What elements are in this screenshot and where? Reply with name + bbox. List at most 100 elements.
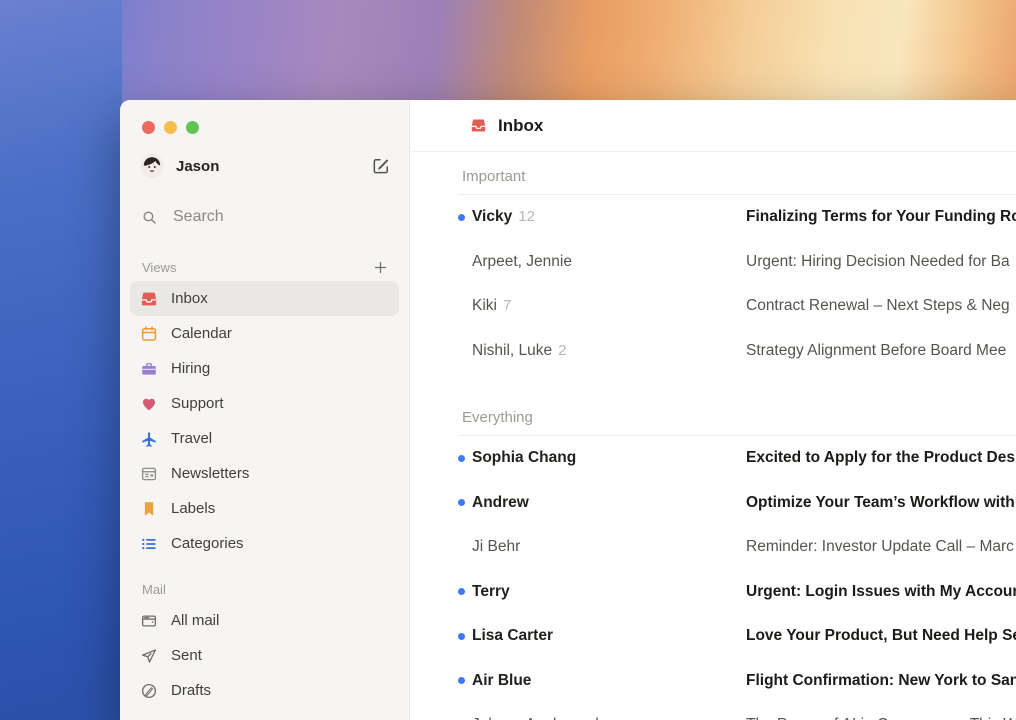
compose-button[interactable] xyxy=(371,156,391,176)
newspaper-icon xyxy=(140,465,158,483)
maximize-button[interactable] xyxy=(186,121,199,134)
section-header-views: Views xyxy=(120,257,409,277)
email-row[interactable]: Air BlueFlight Confirmation: New York to… xyxy=(410,659,1016,704)
sender-name: Andrew xyxy=(472,494,529,512)
section-label: Mail xyxy=(142,582,166,597)
email-row[interactable]: Ji Behr Reminder: Investor Update Call – … xyxy=(410,525,1016,570)
sidebar-item-label: Hiring xyxy=(171,360,210,377)
sender-cell: Terry xyxy=(465,583,746,601)
email-subject: Finalizing Terms for Your Funding Ro xyxy=(746,208,1016,226)
email-subject: Excited to Apply for the Product Des xyxy=(746,449,1016,467)
email-subject: Reminder: Investor Update Call – Marc xyxy=(746,538,1016,556)
email-row[interactable]: Sophia Chang Excited to Apply for the Pro… xyxy=(410,436,1016,481)
thread-count: 2 xyxy=(558,342,566,359)
section-header-mail: Mail xyxy=(120,579,409,599)
minimize-button[interactable] xyxy=(164,121,177,134)
email-subject: The Power of AI in Commerce – This W xyxy=(746,716,1016,720)
email-row[interactable]: Nishil, Luke 2 Strategy Alignment Before B… xyxy=(410,329,1016,374)
tray-icon xyxy=(140,612,158,630)
sidebar-item-calendar[interactable]: Calendar xyxy=(130,316,399,351)
email-row[interactable]: Johnny Appleseed The Power of AI in Comme… xyxy=(410,703,1016,720)
sidebar-item-newsletters[interactable]: Newsletters xyxy=(130,456,399,491)
sender-cell: Lisa Carter xyxy=(465,627,746,645)
sender-cell: Nishil, Luke 2 xyxy=(465,342,746,360)
sender-cell: Arpeet, Jennie xyxy=(465,253,746,271)
sidebar-item-label: Inbox xyxy=(171,290,208,307)
sidebar-item-label: Categories xyxy=(171,535,244,552)
sender-name: Ji Behr xyxy=(472,538,520,556)
sender-name: Johnny Appleseed xyxy=(472,716,599,720)
email-subject: Love Your Product, But Need Help Se xyxy=(746,627,1016,645)
unread-dot xyxy=(458,455,465,462)
inbox-icon xyxy=(140,290,158,308)
email-subject: Urgent: Login Issues with My Accoun xyxy=(746,583,1016,601)
sidebar-item-all-mail[interactable]: All mail xyxy=(130,603,399,638)
calendar-icon xyxy=(140,325,158,343)
email-subject: Urgent: Hiring Decision Needed for Ba xyxy=(746,253,1016,271)
sender-name: Vicky xyxy=(472,208,512,226)
sidebar-item-spam[interactable]: Spam xyxy=(130,708,399,720)
search-icon xyxy=(141,209,158,226)
sender-cell: Air Blue xyxy=(465,672,746,690)
profile-row: Jason xyxy=(140,154,391,178)
window-controls xyxy=(120,100,409,134)
sidebar-sections: Views Inbox Calendar Hiring Support Travel New… xyxy=(120,257,409,720)
email-subject: Flight Confirmation: New York to San xyxy=(746,672,1016,690)
sidebar-item-label: All mail xyxy=(171,612,219,629)
email-row[interactable]: TerryUrgent: Login Issues with My Accoun xyxy=(410,570,1016,615)
sidebar-item-label: Sent xyxy=(171,647,202,664)
unread-dot xyxy=(458,588,465,595)
thread-count: 7 xyxy=(503,297,511,314)
user-name: Jason xyxy=(176,158,371,175)
sidebar-item-support[interactable]: Support xyxy=(130,386,399,421)
sender-cell: Sophia Chang xyxy=(465,449,746,467)
sidebar-item-drafts[interactable]: Drafts xyxy=(130,673,399,708)
airplane-icon xyxy=(140,430,158,448)
email-subject: Strategy Alignment Before Board Mee xyxy=(746,342,1016,360)
pencil-circle-icon xyxy=(140,682,158,700)
sidebar-item-label: Newsletters xyxy=(171,465,249,482)
bookmark-icon xyxy=(140,500,158,518)
sender-name: Sophia Chang xyxy=(472,449,576,467)
sidebar-item-labels[interactable]: Labels xyxy=(130,491,399,526)
briefcase-icon xyxy=(140,360,158,378)
search-input[interactable]: Search xyxy=(141,208,409,226)
email-row[interactable]: Kiki7Contract Renewal – Next Steps & Neg xyxy=(410,284,1016,329)
paper-plane-icon xyxy=(140,647,158,665)
email-row[interactable]: Arpeet, JennieUrgent: Hiring Decision Ne… xyxy=(410,240,1016,285)
unread-dot xyxy=(458,677,465,684)
sidebar: Jason Search Views Inbox Calendar Hiring Sup… xyxy=(120,100,410,720)
sidebar-item-label: Labels xyxy=(171,500,215,517)
inbox-icon xyxy=(470,117,487,134)
add-view-button[interactable] xyxy=(372,259,389,276)
email-section-important: ImportantVicky12Finalizing Terms for You… xyxy=(410,152,1016,373)
sidebar-item-categories[interactable]: Categories xyxy=(130,526,399,561)
sender-cell: Ji Behr xyxy=(465,538,746,556)
unread-dot xyxy=(458,633,465,640)
email-row[interactable]: Vicky 12 Finalizing Terms for Your Funding… xyxy=(410,195,1016,240)
sidebar-item-inbox[interactable]: Inbox xyxy=(130,281,399,316)
spam-icon xyxy=(140,717,158,720)
sender-cell: Andrew xyxy=(465,494,746,512)
email-row[interactable]: Andrew Optimize Your Team’s Workflow with xyxy=(410,481,1016,526)
sidebar-item-sent[interactable]: Sent xyxy=(130,638,399,673)
sender-cell: Kiki7 xyxy=(465,297,746,315)
close-button[interactable] xyxy=(142,121,155,134)
search-placeholder: Search xyxy=(173,208,224,226)
sidebar-item-hiring[interactable]: Hiring xyxy=(130,351,399,386)
sender-name: Nishil, Luke xyxy=(472,342,552,360)
wallpaper-blue-strip xyxy=(0,0,122,720)
avatar xyxy=(140,154,164,178)
sidebar-item-label: Support xyxy=(171,395,224,412)
main-header: Inbox xyxy=(410,100,1016,152)
sender-cell: Vicky 12 xyxy=(465,208,746,226)
sidebar-item-travel[interactable]: Travel xyxy=(130,421,399,456)
page-title: Inbox xyxy=(498,116,543,136)
thread-count: 12 xyxy=(518,208,535,225)
email-subject: Optimize Your Team’s Workflow with xyxy=(746,494,1016,512)
email-list: ImportantVicky12Finalizing Terms for You… xyxy=(410,152,1016,720)
email-row[interactable]: Lisa CarterLove Your Product, But Need H… xyxy=(410,614,1016,659)
sidebar-item-list: All mail Sent DraftsSpam xyxy=(120,603,409,720)
list-icon xyxy=(140,535,158,553)
sidebar-item-list: Inbox Calendar Hiring Support Travel Newslett… xyxy=(120,281,409,561)
